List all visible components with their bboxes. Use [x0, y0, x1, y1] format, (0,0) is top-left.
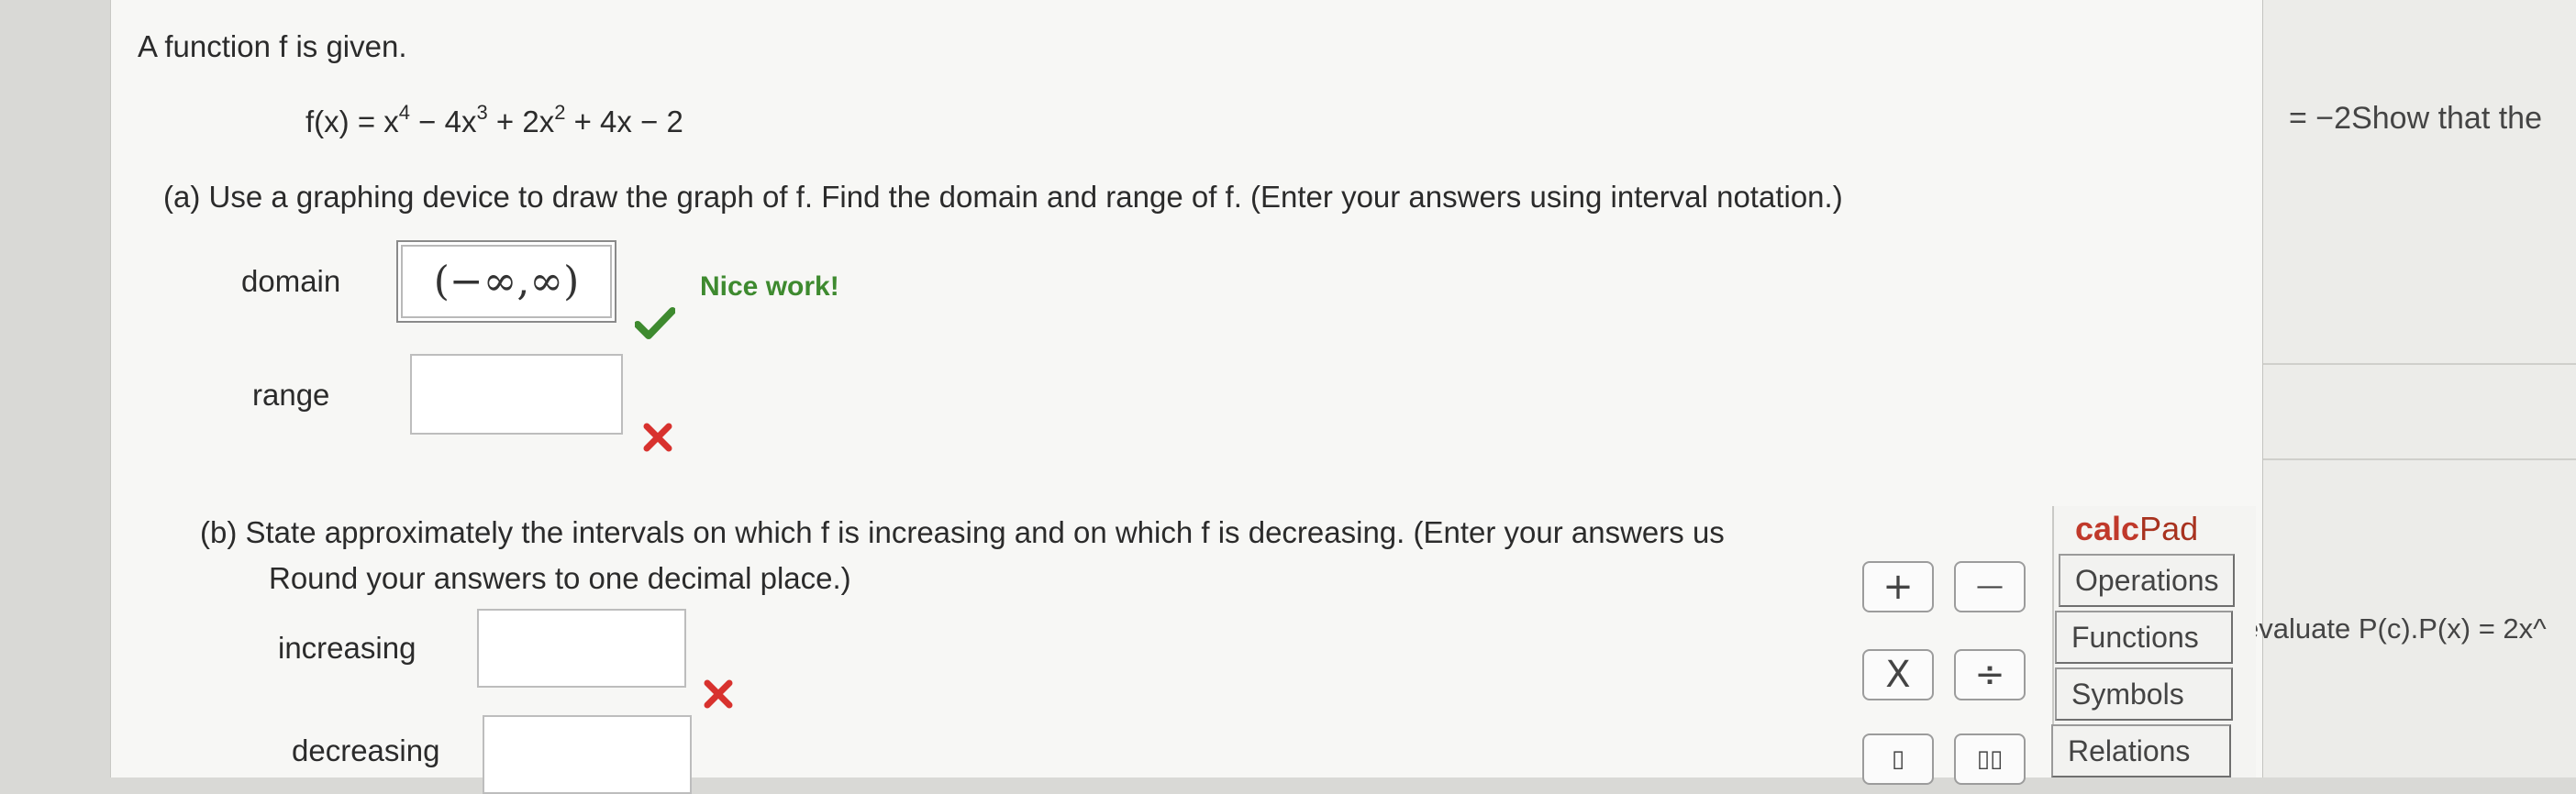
range-label: range [252, 378, 330, 412]
incorrect-x-icon [643, 423, 672, 452]
tab-functions[interactable]: Functions [2055, 611, 2233, 664]
checkmark-icon [635, 307, 675, 339]
increasing-input[interactable] [477, 609, 686, 688]
divide-key[interactable]: ÷ [1954, 649, 2026, 700]
tab-relations[interactable]: Relations [2051, 724, 2231, 777]
range-input[interactable] [410, 354, 623, 435]
tab-operations[interactable]: Operations [2059, 554, 2235, 607]
part-b-prompt-line2: Round your answers to one decimal place.… [269, 561, 851, 595]
plus-key[interactable]: + [1862, 561, 1934, 612]
intro-text: A function f is given. [138, 29, 407, 63]
exponent: 4 [398, 101, 411, 124]
increasing-label: increasing [278, 631, 416, 665]
part-a-prompt: (a) Use a graphing device to draw the gr… [163, 180, 1843, 214]
function-part: + 4x − 2 [565, 105, 683, 138]
decreasing-input[interactable] [483, 715, 692, 794]
domain-value: (−∞,∞) [433, 258, 580, 305]
domain-input[interactable]: (−∞,∞) [396, 240, 616, 323]
incorrect-x-icon [704, 679, 733, 709]
function-part: f(x) = x [305, 105, 399, 138]
side-snippet-top: = −2Show that the [2289, 101, 2542, 136]
times-key[interactable]: X [1862, 649, 1934, 700]
exponent: 3 [476, 101, 488, 124]
exponent: 2 [554, 101, 566, 124]
function-formula: f(x) = x4 − 4x3 + 2x2 + 4x − 2 [305, 101, 683, 139]
function-part: − 4x [410, 105, 477, 138]
part-b-prompt-line1: (b) State approximately the intervals on… [200, 515, 1725, 549]
decreasing-label: decreasing [292, 733, 440, 767]
calcpad-title: calcPad [2075, 510, 2198, 548]
domain-label: domain [241, 264, 341, 298]
tab-symbols[interactable]: Symbols [2055, 667, 2233, 721]
domain-feedback: Nice work! [700, 271, 839, 302]
calcpad-title-pad: Pad [2139, 510, 2199, 547]
function-part: + 2x [487, 105, 555, 138]
side-snippet-middle: evaluate P(c).P(x) = 2x^ [2243, 612, 2547, 645]
minus-key[interactable]: — [1954, 561, 2026, 612]
divider [2263, 458, 2576, 460]
divider [2263, 363, 2576, 365]
calcpad-title-calc: calc [2075, 510, 2140, 547]
